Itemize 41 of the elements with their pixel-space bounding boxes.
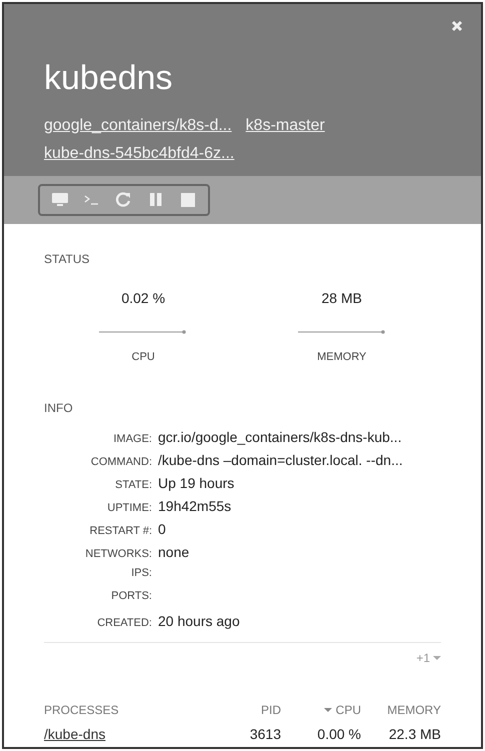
meter-value: 0.02 % <box>121 288 166 308</box>
info-value: gcr.io/google_containers/k8s-dns-kub... <box>158 428 402 447</box>
column-header[interactable]: CPU <box>324 701 361 719</box>
stop-icon[interactable] <box>179 191 197 208</box>
column-header[interactable]: PID <box>260 701 281 719</box>
info-value: 0 <box>158 520 166 539</box>
meter-label: CPU <box>132 350 155 364</box>
column-header[interactable]: PROCESSES <box>44 701 119 719</box>
monitor-icon[interactable] <box>51 191 69 208</box>
info-label: RESTART #: <box>88 524 153 539</box>
section-heading: STATUS <box>44 250 91 268</box>
info-label: CREATED: <box>96 616 153 631</box>
info-label: NETWORKS: <box>84 547 153 562</box>
info-label: COMMAND: <box>90 455 153 470</box>
info-value: Up 19 hours <box>158 474 234 493</box>
info-value: 20 hours ago <box>158 612 240 631</box>
header-link[interactable]: kube-dns-545bc4bfd4-6z... <box>44 142 234 166</box>
container-title: kubedns <box>44 58 174 99</box>
meter-value: 28 MB <box>322 288 362 308</box>
caret-icon[interactable] <box>433 655 441 661</box>
table-cell: 3613 <box>250 726 281 742</box>
info-label: IPS: <box>130 566 153 581</box>
section-heading: INFO <box>44 400 74 417</box>
process-link[interactable]: /kube-dns <box>44 726 106 742</box>
table-cell: 0.00 % <box>317 726 361 742</box>
header-link[interactable]: google_containers/k8s-d... <box>44 114 232 138</box>
meter-label: MEMORY <box>317 350 366 364</box>
more-count[interactable]: +1 <box>416 649 430 667</box>
info-label: PORTS: <box>110 589 153 604</box>
header-link[interactable]: k8s-master <box>246 114 325 138</box>
column-header[interactable]: MEMORY <box>387 701 441 719</box>
close-icon[interactable] <box>451 20 463 32</box>
sort-caret-icon <box>324 708 332 712</box>
info-value: /kube-dns –domain=cluster.local. --dn... <box>158 451 403 470</box>
info-label: UPTIME: <box>106 501 153 516</box>
info-value: none <box>158 543 190 562</box>
refresh-icon[interactable] <box>115 191 133 208</box>
info-label: STATE: <box>114 478 153 493</box>
info-value: 19h42m55s <box>158 497 232 516</box>
info-label: IMAGE: <box>112 432 153 447</box>
table-cell: 22.3 MB <box>388 726 441 742</box>
